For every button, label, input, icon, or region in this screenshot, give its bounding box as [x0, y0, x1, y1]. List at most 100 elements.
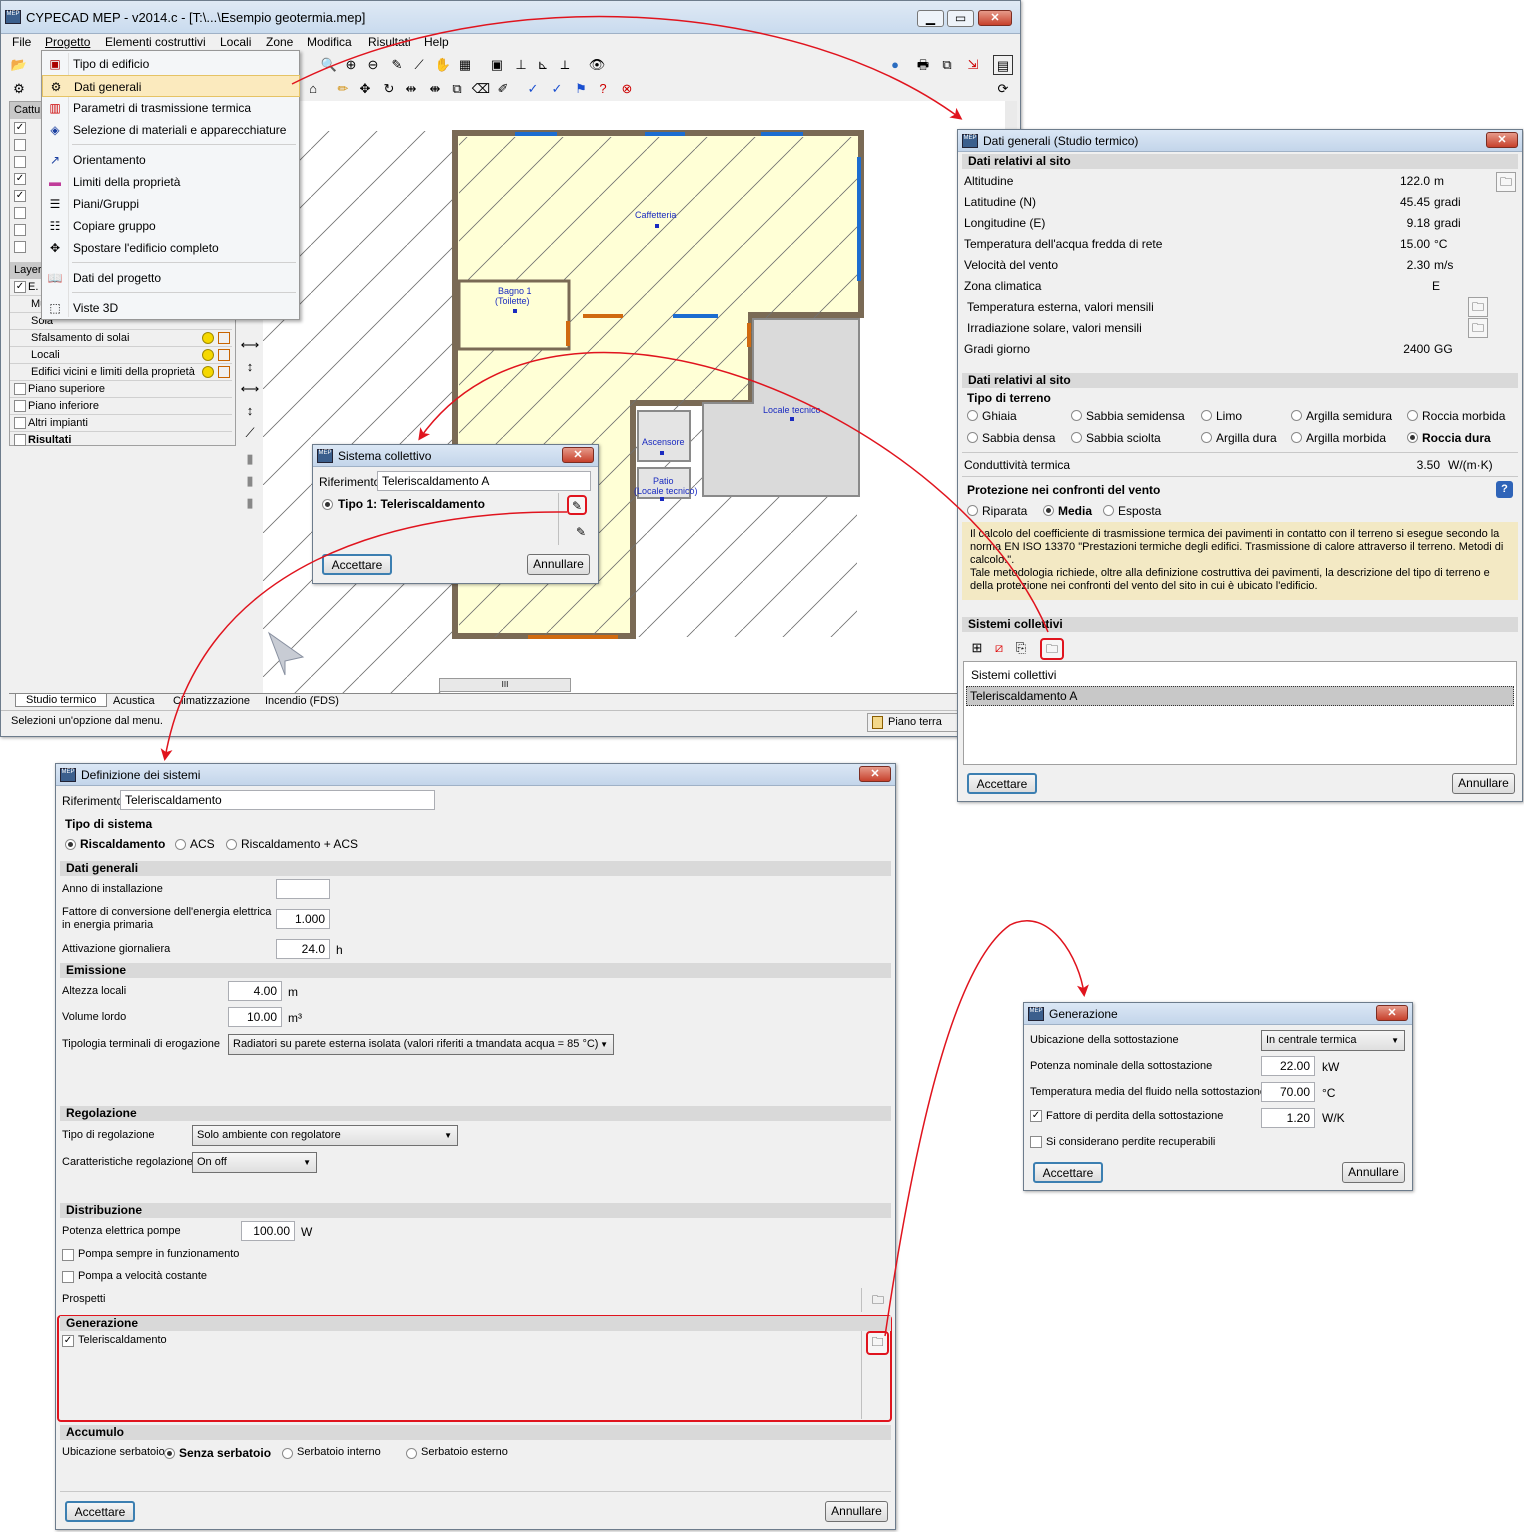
terrain-radio[interactable] — [967, 410, 978, 421]
system-type-radio[interactable] — [65, 839, 76, 850]
terrain-radio[interactable] — [1291, 410, 1302, 421]
menu-item-tipo-edificio[interactable]: ▣ Tipo di edificio — [42, 53, 300, 75]
capture-check-8[interactable] — [14, 241, 26, 253]
layers-icon[interactable]: ▦ — [455, 55, 475, 75]
regulation-char-select[interactable]: On off — [192, 1152, 317, 1173]
accept-button[interactable]: Accettare — [65, 1501, 135, 1522]
layer-row[interactable]: Altri impianti — [10, 415, 232, 432]
flag-icon[interactable]: ⚑ — [571, 79, 591, 99]
close-button[interactable]: ✕ — [1376, 1005, 1408, 1021]
binoculars-icon[interactable]: 👁 — [587, 55, 607, 75]
terrain-radio[interactable] — [1201, 410, 1212, 421]
zoom-window-icon[interactable]: ⊕ — [341, 55, 361, 75]
drawing-area[interactable]: Caffetteria Bagno 1 (Toilette) Locale te… — [263, 101, 1009, 693]
layer-row[interactable]: Piano inferiore — [10, 398, 232, 415]
terrain-radio[interactable] — [1071, 432, 1082, 443]
terrain-radio[interactable] — [1407, 432, 1418, 443]
menu-progetto[interactable]: Progetto — [45, 35, 90, 49]
system-type-radio[interactable] — [226, 839, 237, 850]
menu-item-piani[interactable]: ☰ Piani/Gruppi — [42, 193, 300, 215]
v-arrow-icon[interactable]: ↕ — [240, 357, 260, 377]
menu-item-limiti[interactable]: ▬ Limiti della proprietà — [42, 171, 300, 193]
duplicate-icon[interactable]: ⎘ — [1011, 638, 1031, 658]
install-year-input[interactable] — [276, 879, 330, 899]
axis3-icon[interactable]: ⟂ — [555, 55, 575, 75]
mirror-icon[interactable]: ⇹ — [401, 79, 421, 99]
h-arrow2-icon[interactable]: ⟷ — [240, 379, 260, 399]
tab-climatizzazione[interactable]: Climatizzazione — [173, 695, 250, 707]
measure-icon[interactable]: ⟋ — [409, 55, 429, 75]
menu-zone[interactable]: Zone — [266, 35, 293, 49]
print-icon[interactable]: 🖶 — [913, 55, 933, 75]
zoom-icon[interactable]: 🔍 — [319, 55, 339, 75]
accept-button[interactable]: Accettare — [322, 554, 392, 575]
monthly-irradiation-button[interactable]: 🗀 — [1468, 318, 1488, 338]
menu-locali[interactable]: Locali — [220, 35, 251, 49]
wind-radio[interactable] — [1043, 505, 1054, 516]
menu-risultati[interactable]: Risultati — [368, 35, 411, 49]
box-icon[interactable] — [218, 366, 230, 378]
activation-input[interactable]: 24.0 — [276, 939, 330, 959]
bulb-icon[interactable] — [202, 332, 214, 344]
terrain-radio[interactable] — [967, 432, 978, 443]
accept-button[interactable]: Accettare — [1033, 1162, 1103, 1183]
layer-checkbox[interactable]: ✓ — [14, 281, 26, 293]
capture-check-6[interactable] — [14, 207, 26, 219]
layer-checkbox[interactable] — [14, 417, 26, 429]
tank-radio[interactable] — [164, 1448, 175, 1459]
generation-checkbox[interactable]: ✓ — [62, 1335, 74, 1347]
minimize-button[interactable]: ▁ — [917, 10, 944, 27]
cancel-button[interactable]: Annullare — [527, 554, 590, 575]
edit-collective-button[interactable]: 🗀 — [1040, 638, 1064, 660]
check-icon[interactable]: ✓ — [523, 79, 543, 99]
tab-incendio[interactable]: Incendio (FDS) — [265, 695, 339, 707]
tank-radio[interactable] — [406, 1448, 417, 1459]
layer-row[interactable]: Edifici vicini e limiti della proprietà — [10, 364, 232, 381]
bulb-icon[interactable] — [202, 349, 214, 361]
menu-item-orientamento[interactable]: ↗ Orientamento — [42, 149, 300, 171]
capture-check-7[interactable] — [14, 224, 26, 236]
system-radio[interactable] — [322, 499, 333, 510]
erase-icon[interactable]: ⌫ — [471, 79, 491, 99]
menu-item-spostare[interactable]: ✥ Spostare l'edificio completo — [42, 237, 300, 259]
height-input[interactable]: 4.00 — [228, 981, 282, 1001]
site-data-button[interactable]: 🗀 — [1496, 172, 1516, 192]
rotate-icon[interactable]: ↻ — [379, 79, 399, 99]
loss-factor-checkbox[interactable]: ✓ — [1030, 1110, 1042, 1122]
capture-check-5[interactable]: ✓ — [14, 190, 26, 202]
substation-location-select[interactable]: In centrale termica — [1261, 1030, 1405, 1051]
axis-icon[interactable]: ⊥ — [511, 55, 531, 75]
pump-constant-checkbox[interactable] — [62, 1271, 74, 1283]
wind-radio[interactable] — [1103, 505, 1114, 516]
edit-system-button[interactable]: ✎ — [567, 495, 587, 515]
horizontal-scrollbar-thumb[interactable]: III — [439, 678, 571, 692]
fluid-temp-input[interactable]: 70.00 — [1261, 1082, 1315, 1102]
check-error-icon[interactable]: ✓ — [547, 79, 567, 99]
pump-power-input[interactable]: 100.00 — [241, 1221, 295, 1241]
cancel-button[interactable]: Annullare — [825, 1501, 888, 1522]
edit-check-icon[interactable]: ✐ — [493, 79, 513, 99]
tool3-icon[interactable]: ▮ — [240, 493, 260, 513]
maximize-button[interactable]: ▭ — [947, 10, 974, 27]
export-icon[interactable]: ⧉ — [937, 55, 957, 75]
exit-icon[interactable]: ⇲ — [963, 55, 983, 75]
accept-button[interactable]: Accettare — [967, 773, 1037, 794]
system-type-radio[interactable] — [175, 839, 186, 850]
recoverable-checkbox[interactable] — [1030, 1136, 1042, 1148]
tab-acustica[interactable]: Acustica — [113, 695, 155, 707]
menu-help[interactable]: Help — [424, 35, 449, 49]
close-button[interactable]: ✕ — [859, 766, 891, 782]
edit-room-icon[interactable]: ⌂ — [303, 79, 323, 99]
refresh-icon[interactable]: ⟳ — [993, 79, 1013, 99]
menu-item-selezione[interactable]: ◈ Selezione di materiali e apparecchiatur… — [42, 119, 300, 141]
properties-icon[interactable]: ⚙ — [9, 79, 29, 99]
terrain-radio[interactable] — [1071, 410, 1082, 421]
menu-item-viste-3d[interactable]: ⬚ Viste 3D — [42, 297, 300, 319]
capture-check-2[interactable] — [14, 139, 26, 151]
capture-check-3[interactable] — [14, 156, 26, 168]
move-icon[interactable]: ✥ — [355, 79, 375, 99]
terrain-radio[interactable] — [1291, 432, 1302, 443]
monthly-temp-button[interactable]: 🗀 — [1468, 297, 1488, 317]
close-button[interactable]: ✕ — [562, 447, 594, 463]
pump-always-checkbox[interactable] — [62, 1249, 74, 1261]
